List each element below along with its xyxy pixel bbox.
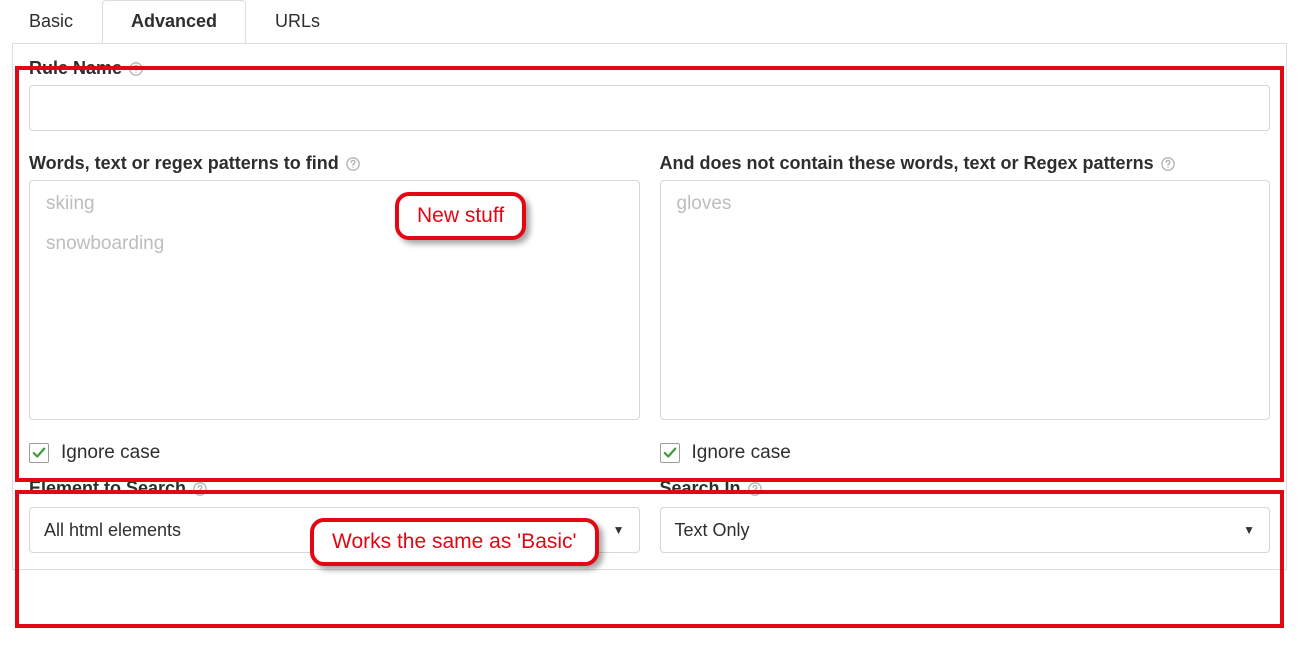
rule-name-input[interactable] (29, 85, 1270, 131)
tab-urls[interactable]: URLs (246, 0, 349, 43)
rule-name-label-row: Rule Name (29, 58, 1270, 79)
element-to-search-label: Element to Search (29, 478, 186, 499)
tab-bar: Basic Advanced URLs (0, 0, 1299, 43)
caret-down-icon: ▼ (1243, 523, 1255, 537)
rule-name-label: Rule Name (29, 58, 122, 79)
select-value: Text Only (675, 520, 750, 541)
tab-basic[interactable]: Basic (0, 0, 102, 43)
find-patterns-input[interactable]: skiing snowboarding (29, 180, 640, 420)
exclude-patterns-label: And does not contain these words, text o… (660, 153, 1154, 174)
help-icon[interactable] (1160, 156, 1176, 172)
find-label-row: Words, text or regex patterns to find (29, 153, 640, 174)
exclude-patterns-input[interactable]: gloves (660, 180, 1271, 420)
help-icon[interactable] (747, 481, 763, 497)
tag-item[interactable]: snowboarding (46, 233, 623, 255)
search-in-select[interactable]: Text Only ▼ (660, 507, 1271, 553)
ignore-case-left-checkbox[interactable] (29, 443, 49, 463)
exclude-label-row: And does not contain these words, text o… (660, 153, 1271, 174)
help-icon[interactable] (192, 481, 208, 497)
tag-item[interactable]: gloves (677, 193, 1254, 215)
tab-advanced[interactable]: Advanced (102, 0, 246, 44)
ignore-case-right-checkbox[interactable] (660, 443, 680, 463)
help-icon[interactable] (128, 61, 144, 77)
caret-down-icon: ▼ (613, 523, 625, 537)
annotation-callout-new-stuff: New stuff (395, 192, 526, 240)
ignore-case-right-label: Ignore case (692, 442, 791, 464)
ignore-case-left-label: Ignore case (61, 442, 160, 464)
search-in-label: Search In (660, 478, 741, 499)
help-icon[interactable] (345, 156, 361, 172)
tab-panel-advanced: Rule Name Words, text or regex patterns … (12, 43, 1287, 570)
annotation-callout-same-as-basic: Works the same as 'Basic' (310, 518, 599, 566)
find-patterns-label: Words, text or regex patterns to find (29, 153, 339, 174)
tag-item[interactable]: skiing (46, 193, 623, 215)
select-value: All html elements (44, 520, 181, 541)
